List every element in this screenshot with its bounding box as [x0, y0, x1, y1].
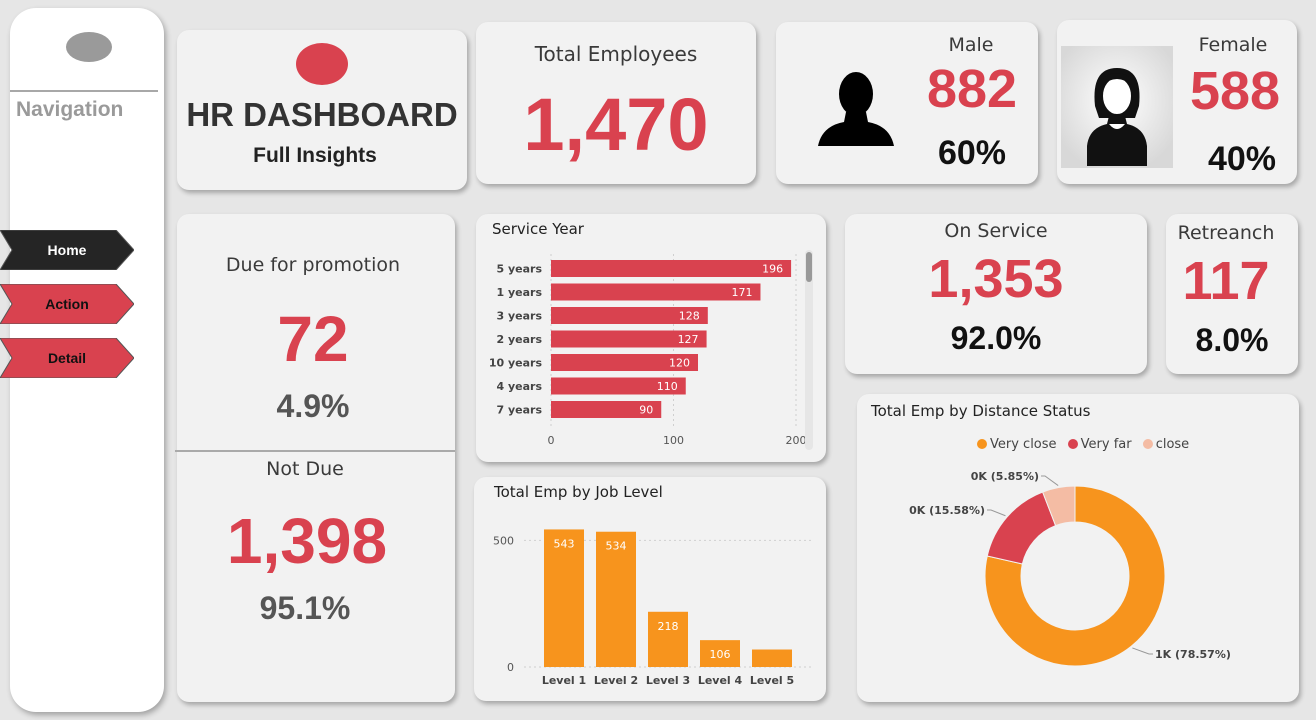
total-employees-card: Total Employees 1,470	[476, 22, 756, 184]
on-service-value: 1,353	[928, 249, 1064, 309]
nav-action-label: Action	[45, 296, 89, 312]
category-label: Level 5	[750, 674, 794, 687]
category-label: Level 4	[698, 674, 743, 687]
nav-home-label: Home	[47, 242, 87, 258]
female-card: Female 588 40%	[1057, 20, 1297, 184]
male-silhouette-icon	[818, 72, 894, 146]
male-pct: 60%	[937, 134, 1007, 172]
category-label: Level 1	[542, 674, 586, 687]
not-due-pct: 95.1%	[259, 590, 351, 626]
total-employees-value: 1,470	[523, 83, 709, 166]
x-tick-label: 0	[548, 434, 555, 447]
nav-home-button[interactable]: Home	[0, 230, 134, 270]
bar-value-label: 543	[554, 537, 575, 550]
male-value: 882	[926, 59, 1018, 119]
slice-leader-line	[1132, 647, 1153, 655]
bar-value-label: 534	[606, 540, 627, 553]
female-value: 588	[1189, 61, 1281, 121]
female-label: Female	[1198, 34, 1268, 56]
nav-divider	[10, 90, 158, 92]
promotion-card: Due for promotion 72 4.9% Not Due 1,398 …	[175, 214, 455, 702]
not-due-label: Not Due	[266, 458, 344, 480]
not-due-value: 1,398	[226, 505, 388, 577]
nav-action-button[interactable]: Action	[0, 284, 134, 324]
bar-value-label: 127	[678, 333, 699, 346]
service-year-card: Service Year 0 100 200 5 years 196 1 years 171…	[476, 214, 826, 462]
nav-logo-icon	[66, 32, 112, 62]
category-label: Level 3	[646, 674, 690, 687]
donut-slice	[986, 491, 1057, 565]
category-label: 3 years	[496, 310, 542, 323]
logo-icon	[296, 43, 348, 85]
due-promotion-pct: 4.9%	[276, 388, 350, 424]
slice-label: 1K (78.57%)	[1155, 648, 1231, 661]
bar-value-label: 120	[669, 357, 690, 370]
job-level-card: Total Emp by Job Level 0 500 543 Level 1 534…	[474, 477, 826, 701]
y-tick-label: 0	[507, 661, 514, 674]
retrench-card: Retreanch 117 8.0%	[1166, 214, 1298, 374]
bar	[752, 649, 792, 667]
slice-leader-line	[987, 509, 1006, 517]
total-employees-label: Total Employees	[534, 42, 698, 66]
service-year-scroll-thumb[interactable]	[806, 252, 812, 282]
bar	[551, 260, 792, 277]
bar-value-label: 90	[639, 404, 653, 417]
nav-detail-button[interactable]: Detail	[0, 338, 134, 378]
category-label: 10 years	[489, 357, 543, 370]
due-promotion-label: Due for promotion	[225, 254, 401, 276]
distance-status-card: Total Emp by Distance Status Very close …	[857, 394, 1299, 702]
bar-value-label: 196	[762, 263, 783, 276]
bar	[551, 283, 761, 301]
slice-label: 0K (15.58%)	[909, 504, 985, 517]
category-label: 2 years	[496, 333, 542, 346]
female-avatar-icon	[1061, 46, 1173, 168]
y-tick-label: 500	[493, 534, 514, 547]
bar-value-label: 106	[710, 648, 731, 661]
category-label: Level 2	[594, 674, 638, 687]
slice-leader-line	[1041, 475, 1059, 486]
nav-title: Navigation	[16, 98, 124, 121]
job-level-chart: 0 500 543 Level 1 534 Level 2 218 Level 3 106 Lev…	[493, 529, 814, 687]
x-tick-label: 100	[663, 434, 684, 447]
retrench-label: Retreanch	[1177, 222, 1275, 244]
bar-value-label: 218	[658, 620, 679, 633]
male-label: Male	[948, 34, 994, 56]
dashboard-subtitle: Full Insights	[253, 144, 377, 167]
service-year-scrollbar[interactable]	[805, 250, 813, 450]
on-service-label: On Service	[944, 220, 1048, 242]
header-card: HR DASHBOARD Full Insights	[177, 30, 467, 190]
promotion-divider	[175, 450, 455, 452]
female-pct: 40%	[1207, 140, 1277, 178]
bar-value-label: 110	[657, 380, 678, 393]
on-service-card: On Service 1,353 92.0%	[845, 214, 1147, 374]
male-card: Male 882 60%	[776, 22, 1038, 184]
bar-value-label: 128	[679, 310, 700, 323]
on-service-pct: 92.0%	[950, 320, 1042, 356]
category-label: 4 years	[496, 380, 542, 393]
bar-value-label: 171	[731, 286, 752, 299]
retrench-pct: 8.0%	[1195, 322, 1269, 358]
service-year-chart: 0 100 200 5 years 196 1 years 171 3 years 128 2 y…	[489, 254, 807, 447]
category-label: 7 years	[496, 404, 542, 417]
category-label: 5 years	[496, 263, 542, 276]
slice-label: 0K (5.85%)	[971, 470, 1039, 483]
retrench-value: 117	[1182, 251, 1270, 311]
due-promotion-value: 72	[277, 303, 349, 375]
category-label: 1 years	[496, 286, 542, 299]
dashboard-title: HR DASHBOARD	[186, 96, 458, 133]
x-tick-label: 200	[786, 434, 807, 447]
distance-donut-chart: 1K (78.57%) 0K (15.58%) 0K (5.85%)	[909, 470, 1231, 667]
nav-detail-label: Detail	[47, 350, 87, 366]
